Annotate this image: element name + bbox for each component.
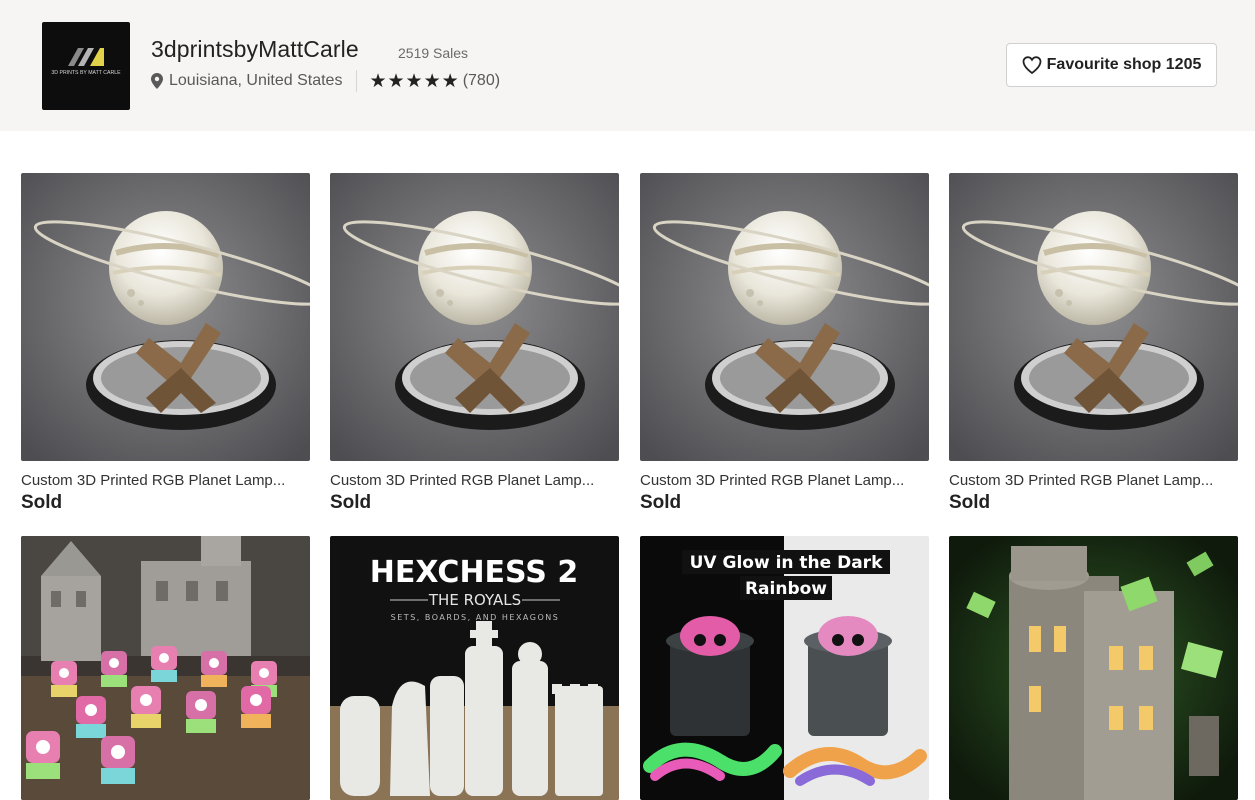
review-count[interactable]: (780): [463, 72, 500, 90]
listing-card[interactable]: Custom 3D Printed RGB Planet Lamp... Sol…: [640, 173, 929, 514]
listing-title[interactable]: Custom 3D Printed RGB Planet Lamp...: [949, 472, 1234, 489]
listing-title[interactable]: Custom 3D Printed RGB Planet Lamp...: [21, 472, 306, 489]
planet-lamp-image: [640, 173, 929, 461]
planet-lamp-image: [21, 173, 310, 461]
listing-status: Sold: [21, 492, 63, 513]
listing-status: Sold: [640, 492, 682, 513]
star-icon: ★: [369, 70, 387, 92]
listing-status: Sold: [949, 492, 991, 513]
star-icon: ★: [405, 70, 423, 92]
shop-meta-row: Louisiana, United States ★ ★ ★ ★ ★ (780): [151, 70, 500, 92]
listing-image[interactable]: [21, 536, 310, 800]
listing-card[interactable]: Custom 3D Printed RGB Planet Lamp... Sol…: [21, 173, 310, 514]
planet-lamp-image: [330, 173, 619, 461]
shop-header: 3D PRINTS BY MATT CARLE 3dprintsbyMattCa…: [0, 0, 1255, 131]
uv-raccoon-image: UV Glow in the Dark Rainbow: [640, 536, 929, 800]
listing-card[interactable]: Custom 3D Printed RGB Planet Lamp... Sol…: [330, 173, 619, 514]
listing-card[interactable]: [949, 536, 1238, 800]
sales-count: 2519 Sales: [398, 45, 469, 61]
shop-logo[interactable]: 3D PRINTS BY MATT CARLE: [42, 22, 130, 110]
listing-card[interactable]: [21, 536, 310, 800]
uv-caption-line1: UV Glow in the Dark: [690, 553, 883, 573]
divider: [356, 70, 358, 92]
svg-text:3D PRINTS BY MATT CARLE: 3D PRINTS BY MATT CARLE: [51, 70, 121, 76]
uv-caption-line2: Rainbow: [745, 579, 827, 599]
logo-mark-icon: 3D PRINTS BY MATT CARLE: [51, 48, 121, 76]
favourite-shop-button[interactable]: Favourite shop 1205: [1006, 43, 1217, 87]
shop-location: Louisiana, United States: [169, 72, 343, 89]
shop-name[interactable]: 3dprintsbyMattCarle: [151, 36, 359, 63]
listing-image[interactable]: [949, 173, 1238, 461]
listing-title[interactable]: Custom 3D Printed RGB Planet Lamp...: [640, 472, 925, 489]
listing-image[interactable]: UV Glow in the Dark Rainbow: [640, 536, 929, 800]
planet-lamp-image: [949, 173, 1238, 461]
listing-status: Sold: [330, 492, 372, 513]
hexchess-subtitle: THE ROYALS: [428, 591, 521, 609]
map-pin-icon: [151, 73, 163, 89]
listing-image[interactable]: HEXCHESS 2 THE ROYALS SETS, BOARDS, AND …: [330, 536, 619, 800]
star-icon: ★: [423, 70, 441, 92]
hexchess-image: HEXCHESS 2 THE ROYALS SETS, BOARDS, AND …: [330, 536, 619, 800]
listing-image[interactable]: [21, 173, 310, 461]
listing-card[interactable]: Custom 3D Printed RGB Planet Lamp... Sol…: [949, 173, 1238, 514]
listing-card[interactable]: UV Glow in the Dark Rainbow: [640, 536, 929, 800]
listing-image[interactable]: [640, 173, 929, 461]
castle-critters-image: [21, 536, 310, 800]
listing-image[interactable]: [949, 536, 1238, 800]
hexchess-tagline: SETS, BOARDS, AND HEXAGONS: [391, 613, 560, 622]
favourite-label: Favourite shop 1205: [1046, 56, 1202, 73]
hexchess-title: HEXCHESS 2: [370, 555, 578, 590]
listing-title[interactable]: Custom 3D Printed RGB Planet Lamp...: [330, 472, 615, 489]
star-icon: ★: [441, 70, 459, 92]
heart-icon: [1022, 56, 1042, 74]
star-rating[interactable]: ★ ★ ★ ★ ★ (780): [369, 72, 500, 91]
wizard-tower-image: [949, 536, 1238, 800]
listing-image[interactable]: [330, 173, 619, 461]
star-icon: ★: [387, 70, 405, 92]
listing-card[interactable]: HEXCHESS 2 THE ROYALS SETS, BOARDS, AND …: [330, 536, 619, 800]
